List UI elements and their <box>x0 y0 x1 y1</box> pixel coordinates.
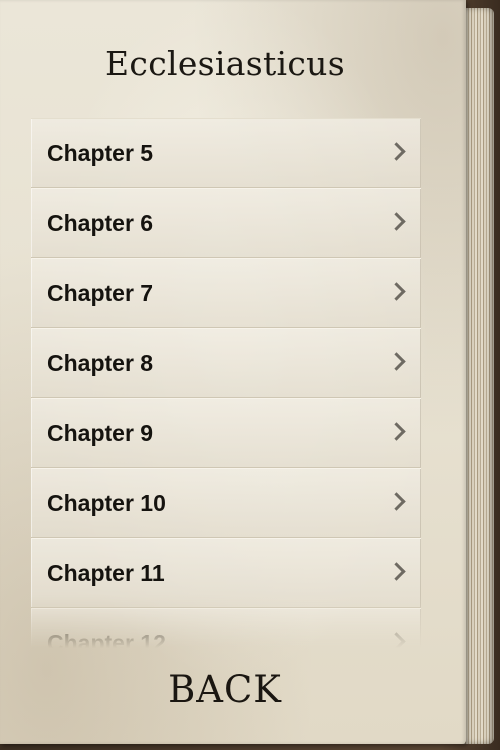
chevron-right-icon <box>387 212 406 231</box>
page-title: Ecclesiasticus <box>105 44 345 83</box>
chapter-label: Chapter 9 <box>47 420 154 446</box>
chapter-label: Chapter 8 <box>47 350 154 376</box>
chapter-label: Chapter 6 <box>47 210 154 236</box>
chevron-right-icon <box>387 492 406 511</box>
chapter-list[interactable]: Chapter 5 Chapter 6 Chapter 7 Chapter 8 … <box>31 118 421 648</box>
chapter-row[interactable]: Chapter 11 <box>31 538 421 608</box>
chapter-row[interactable]: Chapter 6 <box>31 188 421 258</box>
chevron-right-icon <box>387 632 406 648</box>
chevron-right-icon <box>387 562 406 581</box>
chapter-row[interactable]: Chapter 10 <box>31 468 421 538</box>
chapter-row[interactable]: Chapter 5 <box>31 118 421 188</box>
book-page: Ecclesiasticus Chapter 5 Chapter 6 Chapt… <box>0 0 466 744</box>
chevron-right-icon <box>387 352 406 371</box>
chapter-row[interactable]: Chapter 9 <box>31 398 421 468</box>
chapter-label: Chapter 12 <box>47 630 166 648</box>
chevron-right-icon <box>387 282 406 301</box>
chapter-row[interactable]: Chapter 12 <box>31 608 421 648</box>
chapter-row[interactable]: Chapter 7 <box>31 258 421 328</box>
chapter-label: Chapter 11 <box>47 560 165 586</box>
chevron-right-icon <box>387 422 406 441</box>
chapter-row[interactable]: Chapter 8 <box>31 328 421 398</box>
chevron-right-icon <box>387 142 406 161</box>
book-background: Ecclesiasticus Chapter 5 Chapter 6 Chapt… <box>0 0 500 750</box>
back-button[interactable]: BACK <box>0 668 450 711</box>
chapter-label: Chapter 5 <box>47 140 154 166</box>
chapter-label: Chapter 7 <box>47 280 154 306</box>
chapter-label: Chapter 10 <box>47 490 166 516</box>
